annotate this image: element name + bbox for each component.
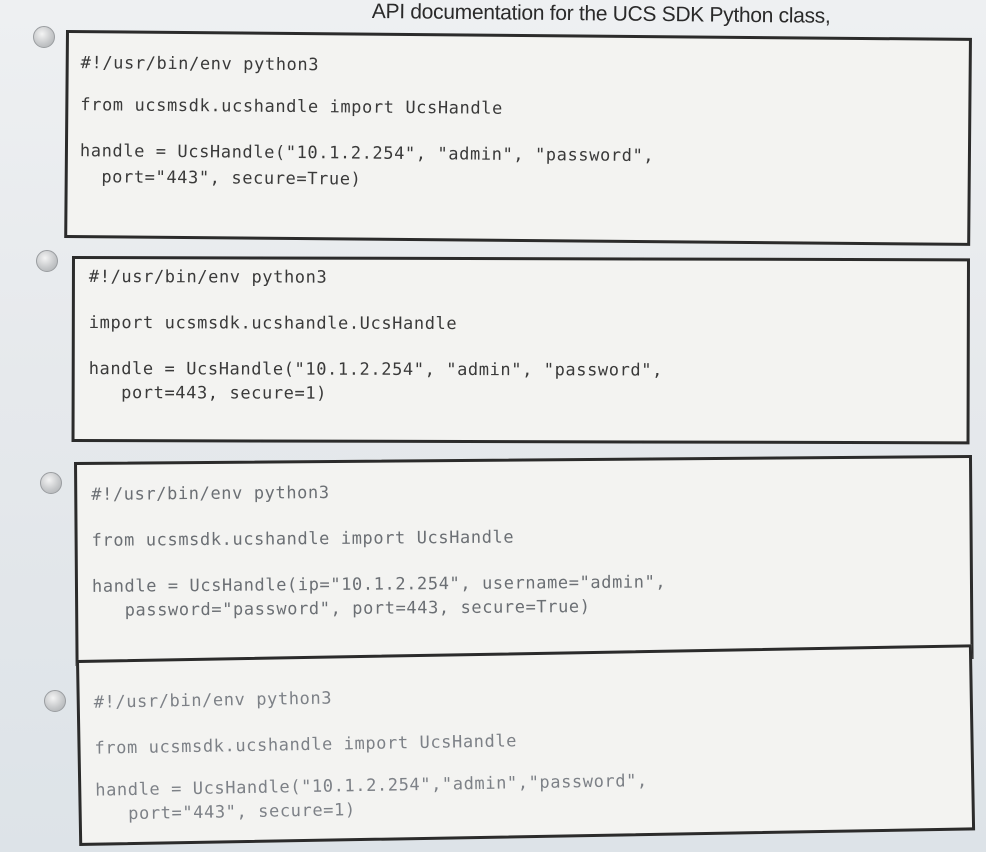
code-import: import ucsmsdk.ucshandle.UcsHandle <box>88 313 458 335</box>
code-handle-line-2: password="password", port=443, secure=Tr… <box>92 596 591 621</box>
code-handle-line-2: port="443", secure=True) <box>79 167 362 190</box>
code-handle-line-1: handle = UcsHandle("10.1.2.254", "admin"… <box>79 141 655 167</box>
code-handle-line-2: port=443, secure=1) <box>88 383 328 404</box>
code-shebang: #!/usr/bin/env python3 <box>80 53 320 76</box>
code-block-a: #!/usr/bin/env python3 from ucsmsdk.ucsh… <box>64 30 972 246</box>
code-shebang: #!/usr/bin/env python3 <box>88 267 328 288</box>
code-import: from ucsmsdk.ucshandle import UcsHandle <box>91 527 515 551</box>
exam-screen: API documentation for the UCS SDK Python… <box>0 0 986 852</box>
code-block-d: #!/usr/bin/env python3 from ucsmsdk.ucsh… <box>76 644 976 846</box>
code-handle-line-1: handle = UcsHandle("10.1.2.254","admin",… <box>95 771 648 801</box>
code-shebang: #!/usr/bin/env python3 <box>93 688 333 713</box>
code-import: from ucsmsdk.ucshandle import UcsHandle <box>80 95 503 119</box>
radio-button-b[interactable] <box>36 250 58 272</box>
question-text-fragment: API documentation for the UCS SDK Python… <box>371 0 831 28</box>
radio-button-d[interactable] <box>44 690 66 712</box>
code-handle-line-1: handle = UcsHandle(ip="10.1.2.254", user… <box>91 572 667 597</box>
code-block-b: #!/usr/bin/env python3 import ucsmsdk.uc… <box>71 256 970 445</box>
radio-button-c[interactable] <box>40 472 62 494</box>
code-import: from ucsmsdk.ucshandle import UcsHandle <box>94 731 518 759</box>
code-block-c: #!/usr/bin/env python3 from ucsmsdk.ucsh… <box>74 454 974 666</box>
radio-button-a[interactable] <box>33 26 55 48</box>
code-handle-line-1: handle = UcsHandle("10.1.2.254", "admin"… <box>88 359 663 381</box>
code-shebang: #!/usr/bin/env python3 <box>91 482 330 505</box>
code-handle-line-2: port="443", secure=1) <box>95 800 356 825</box>
